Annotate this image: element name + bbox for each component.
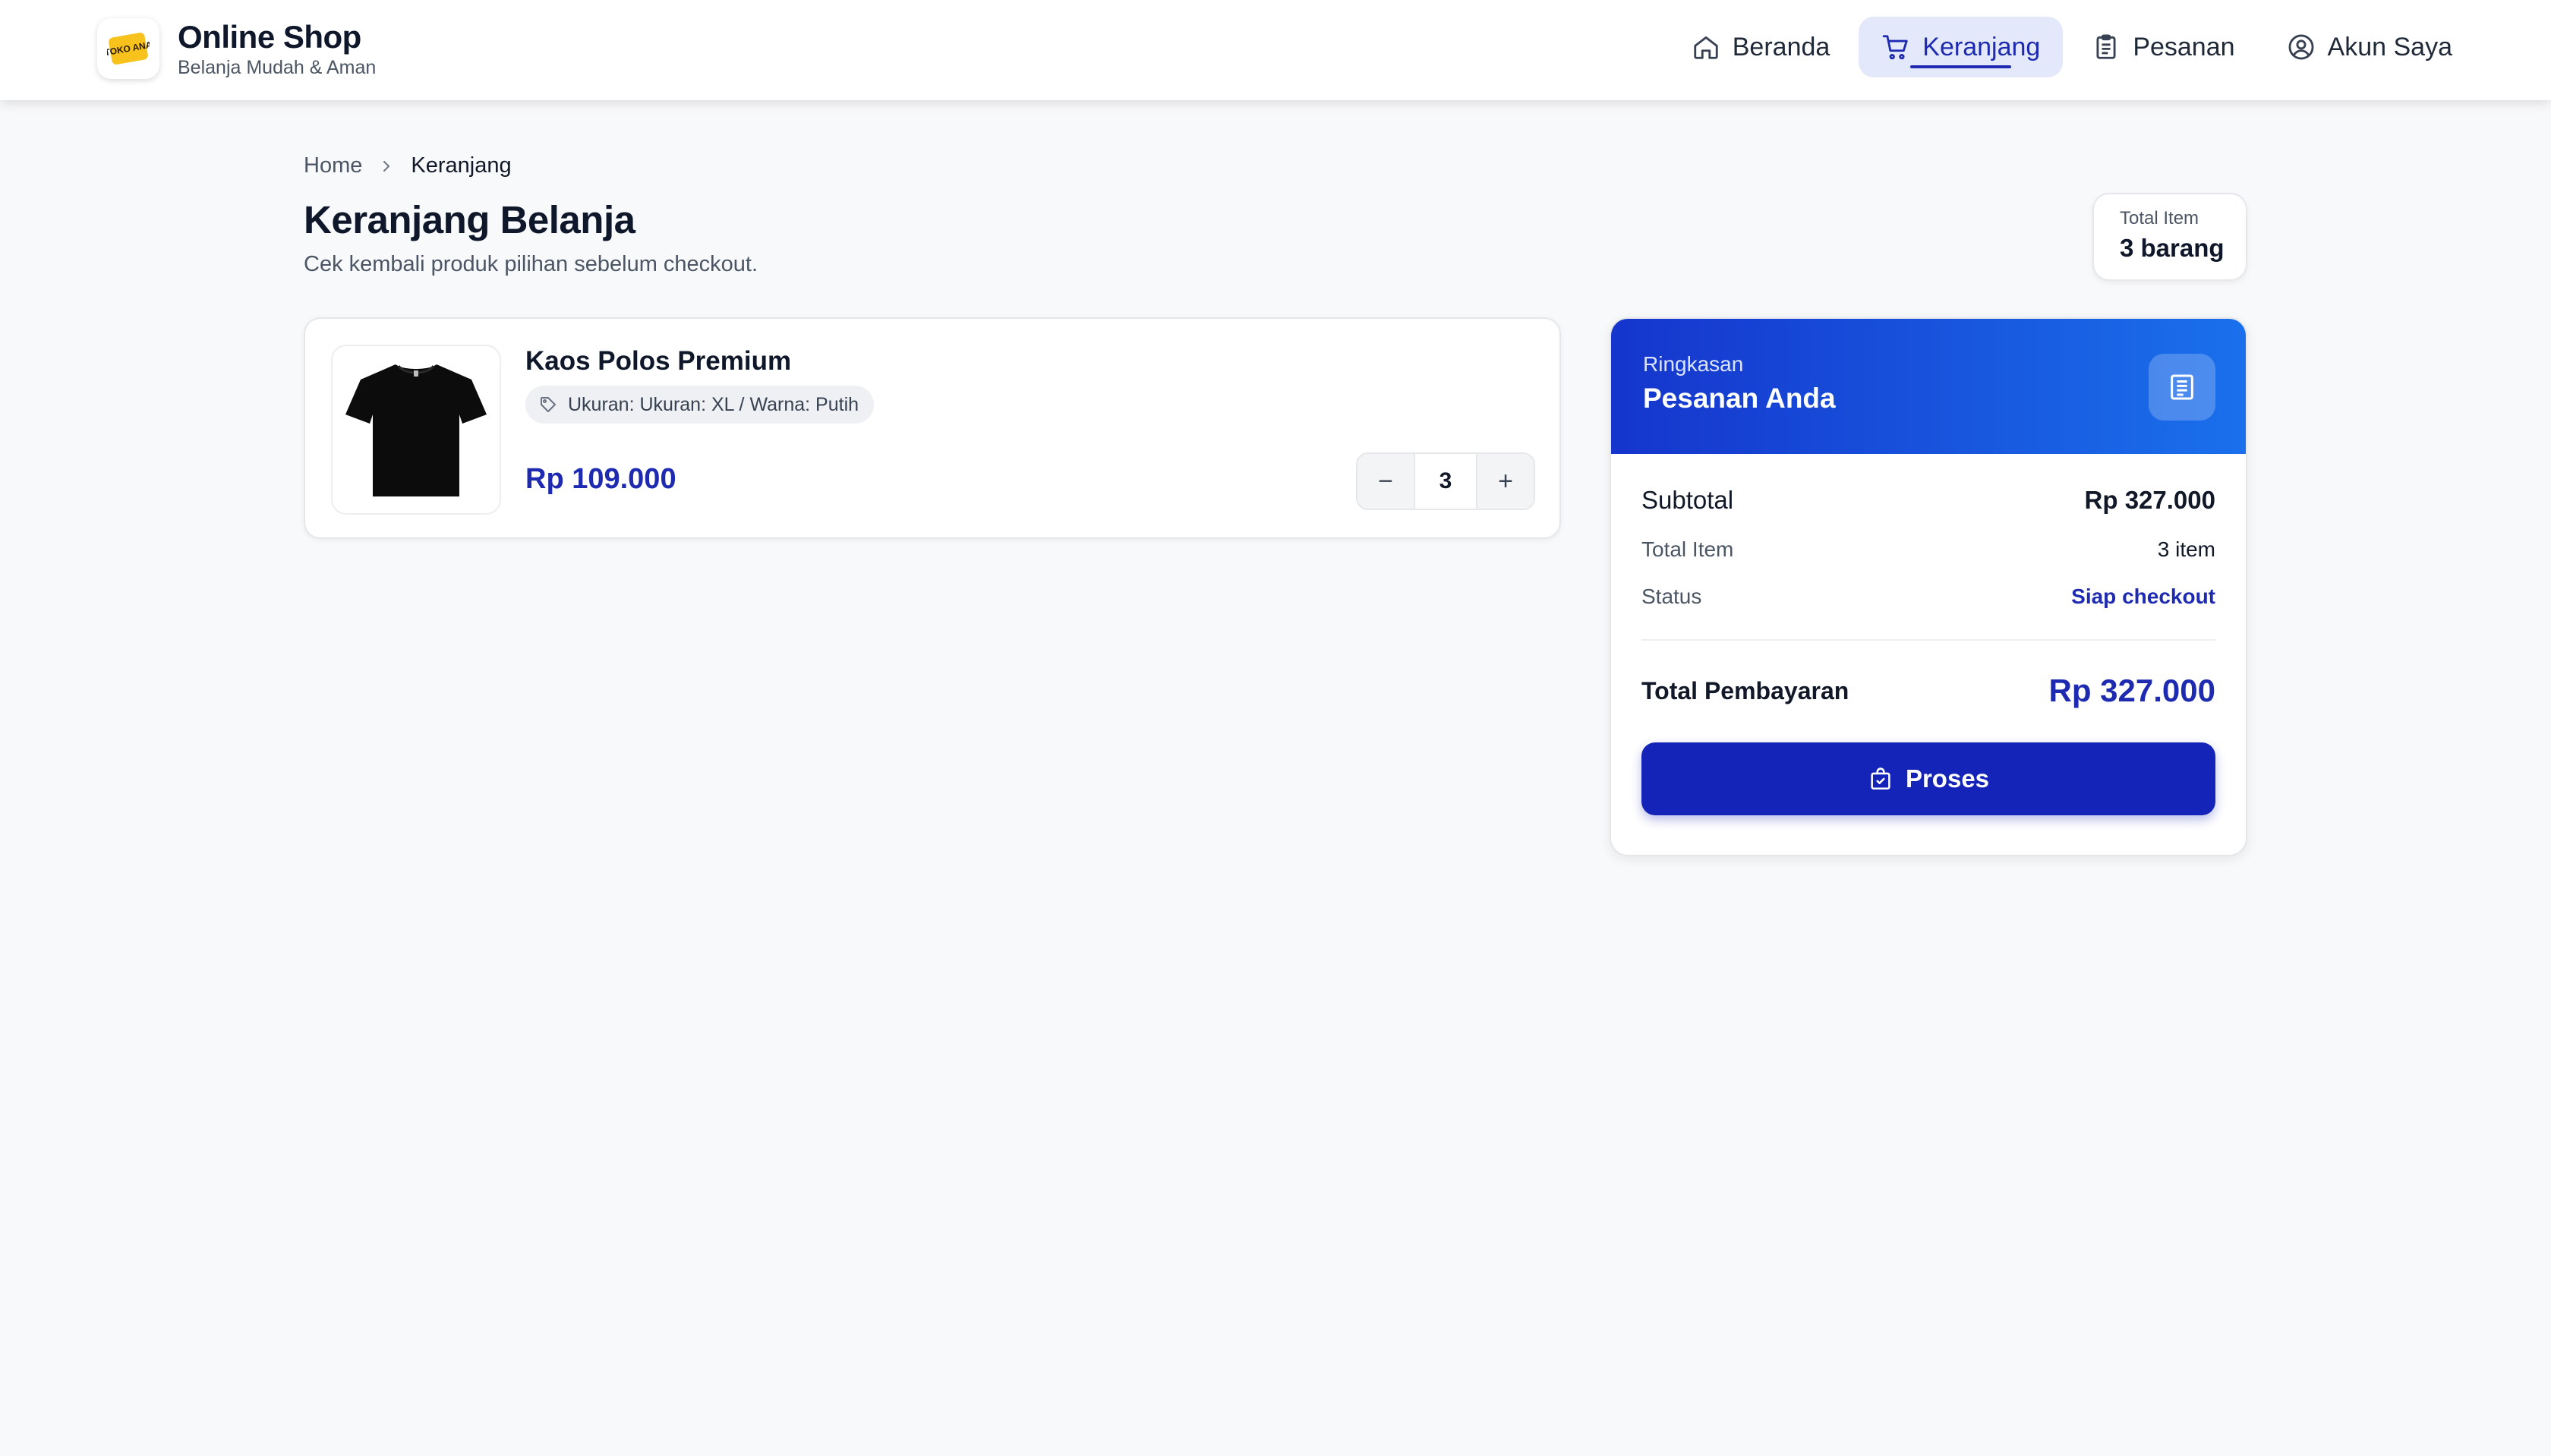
- nav-akun-saya-label: Akun Saya: [2327, 32, 2452, 61]
- status-value: Siap checkout: [2071, 585, 2215, 608]
- variant-text: Ukuran: Ukuran: XL / Warna: Putih: [568, 393, 859, 415]
- shopping-bag-check-icon: [1871, 767, 1890, 790]
- total-payment-row: Total Pembayaran Rp 327.000: [1641, 673, 2215, 709]
- page-subtitle: Cek kembali produk pilihan sebelum check…: [304, 252, 758, 276]
- proceed-button[interactable]: Proses: [1641, 742, 2215, 815]
- active-indicator: [1910, 65, 2012, 68]
- brand[interactable]: TOKO ANA Online Shop Belanja Mudah & Ama…: [97, 18, 376, 79]
- total-item-badge-value: 3 barang: [2120, 234, 2225, 262]
- receipt-icon: [2149, 354, 2215, 421]
- breadcrumb-current: Keranjang: [411, 153, 512, 178]
- user-circle-icon: [2288, 34, 2314, 60]
- total-payment-label: Total Pembayaran: [1641, 676, 1849, 704]
- cart-item: Kaos Polos Premium Ukuran: Ukuran: XL / …: [304, 317, 1561, 539]
- total-item-badge-label: Total Item: [2120, 208, 2199, 228]
- summary-divider: [1641, 639, 2215, 641]
- increase-quantity-button[interactable]: +: [1477, 454, 1534, 509]
- total-payment-value: Rp 327.000: [2048, 673, 2215, 708]
- nav-keranjang[interactable]: Keranjang: [1859, 17, 2064, 77]
- nav-pesanan-label: Pesanan: [2133, 32, 2235, 61]
- total-item-label: Total Item: [1641, 537, 1734, 561]
- order-summary-card: Ringkasan Pesanan Anda Subtotal Rp 327.0…: [1610, 317, 2247, 856]
- proceed-button-label: Proses: [1905, 764, 1990, 793]
- quantity-input[interactable]: 3: [1414, 454, 1477, 509]
- nav-beranda[interactable]: Beranda: [1669, 17, 1853, 77]
- breadcrumb: Home Keranjang: [304, 153, 512, 178]
- top-navbar: TOKO ANA Online Shop Belanja Mudah & Ama…: [0, 0, 2551, 100]
- tag-icon: [541, 397, 556, 412]
- variant-chip: Ukuran: Ukuran: XL / Warna: Putih: [525, 386, 875, 424]
- quantity-stepper: − 3 +: [1356, 452, 1535, 510]
- subtotal-row: Subtotal Rp 327.000: [1641, 486, 2215, 515]
- brand-title: Online Shop: [178, 19, 361, 55]
- total-item-badge: Total Item 3 barang: [2092, 193, 2247, 281]
- total-item-value: 3 item: [2157, 537, 2215, 561]
- clipboard-icon: [2096, 34, 2116, 59]
- subtotal-label: Subtotal: [1641, 486, 1734, 514]
- breadcrumb-home[interactable]: Home: [304, 153, 362, 178]
- nav-akun-saya[interactable]: Akun Saya: [2264, 17, 2475, 77]
- status-label: Status: [1641, 585, 1702, 608]
- page-title: Keranjang Belanja: [304, 198, 635, 241]
- nav-beranda-label: Beranda: [1732, 32, 1830, 61]
- status-row: Status Siap checkout: [1641, 585, 2215, 609]
- chevron-right-icon: [383, 160, 390, 172]
- nav-pesanan[interactable]: Pesanan: [2069, 17, 2257, 77]
- product-price: Rp 109.000: [525, 463, 676, 495]
- total-item-row: Total Item 3 item: [1641, 537, 2215, 562]
- decrease-quantity-button[interactable]: −: [1357, 454, 1414, 509]
- product-image[interactable]: [331, 345, 501, 515]
- shop-logo: TOKO ANA: [97, 18, 159, 79]
- home-icon: [1694, 36, 1718, 59]
- brand-subtitle: Belanja Mudah & Aman: [178, 57, 377, 78]
- subtotal-value: Rp 327.000: [2084, 486, 2215, 514]
- nav-keranjang-label: Keranjang: [1922, 32, 2041, 61]
- order-summary-header: Ringkasan Pesanan Anda: [1611, 319, 2246, 454]
- main-nav: Beranda Keranjang Pesanan Akun Saya: [1663, 17, 2475, 77]
- cart-icon: [1883, 35, 1908, 60]
- product-name[interactable]: Kaos Polos Premium: [525, 346, 791, 377]
